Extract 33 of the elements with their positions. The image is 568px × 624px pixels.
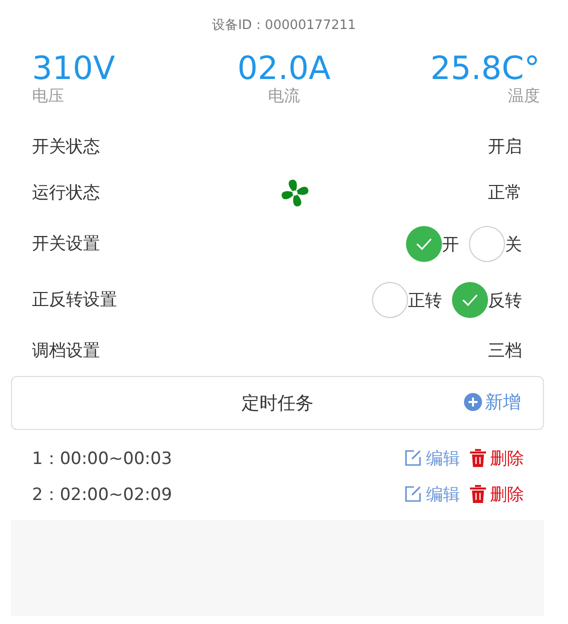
reading-label: 温度 <box>508 86 540 106</box>
row-value: 三档 <box>488 340 522 363</box>
reading-value: 02.0A <box>237 50 331 86</box>
plus-icon <box>464 393 482 411</box>
row-label: 运行状态 <box>32 182 100 205</box>
row-label: 调档设置 <box>32 340 100 363</box>
radio-option[interactable]: 反转 <box>452 282 522 318</box>
reading-value: 25.8C° <box>430 50 540 86</box>
delete-button[interactable]: 删除 <box>470 446 524 470</box>
row-value: 开启 <box>488 136 522 159</box>
fan-icon <box>280 178 310 208</box>
reading-label: 电流 <box>268 86 300 106</box>
task-time: 2：02:00~02:09 <box>32 484 172 506</box>
radio-option[interactable]: 开 <box>406 226 459 262</box>
add-button[interactable]: 新增 <box>464 390 521 414</box>
radio-option[interactable]: 正转 <box>372 282 442 318</box>
edit-button[interactable]: 编辑 <box>404 446 460 470</box>
delete-button[interactable]: 删除 <box>470 482 524 506</box>
edit-button[interactable]: 编辑 <box>404 482 460 506</box>
device-id: 设备ID：00000177211 <box>212 17 356 35</box>
row-label: 开关状态 <box>32 136 100 159</box>
radio-option[interactable]: 关 <box>469 226 522 262</box>
edit-icon <box>404 449 422 467</box>
task-time: 1：00:00~00:03 <box>32 448 172 470</box>
trash-icon <box>470 449 486 467</box>
reading-value: 310V <box>32 50 115 86</box>
row-value: 正常 <box>488 182 522 205</box>
row-label: 开关设置 <box>32 233 100 256</box>
row-label: 正反转设置 <box>32 289 117 312</box>
trash-icon <box>470 485 486 503</box>
edit-icon <box>404 485 422 503</box>
timer-title: 定时任务 <box>242 392 314 415</box>
reading-label: 电压 <box>32 86 64 106</box>
